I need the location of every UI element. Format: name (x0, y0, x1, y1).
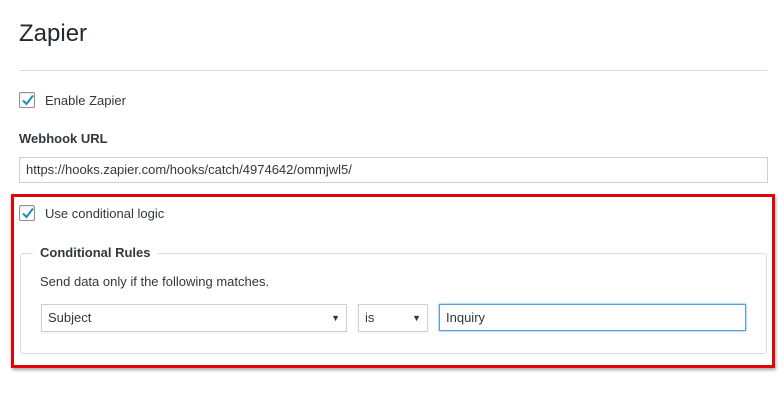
checkmark-icon (22, 207, 34, 219)
page-title: Zapier (19, 20, 88, 47)
rule-field-value: Subject (48, 310, 92, 325)
conditional-rules-legend: Conditional Rules (33, 245, 158, 261)
zapier-settings-page: Zapier Enable Zapier Webhook URL https:/… (0, 0, 784, 409)
enable-zapier-label: Enable Zapier (45, 93, 126, 108)
webhook-url-label: Webhook URL (19, 131, 108, 146)
rule-operator-select[interactable]: is ▼ (358, 304, 428, 332)
conditional-logic-label: Use conditional logic (45, 206, 165, 221)
conditional-logic-checkbox[interactable] (19, 205, 35, 221)
rules-description: Send data only if the following matches. (40, 274, 270, 289)
checkmark-icon (22, 94, 34, 106)
webhook-url-input[interactable]: https://hooks.zapier.com/hooks/catch/497… (19, 157, 768, 183)
enable-zapier-checkbox[interactable] (19, 92, 35, 108)
chevron-down-icon: ▼ (412, 313, 421, 323)
rule-field-select[interactable]: Subject ▼ (41, 304, 347, 332)
rule-value-input[interactable]: Inquiry (439, 304, 746, 331)
chevron-down-icon: ▼ (331, 313, 340, 323)
title-divider (19, 70, 767, 71)
rule-operator-value: is (365, 310, 375, 325)
